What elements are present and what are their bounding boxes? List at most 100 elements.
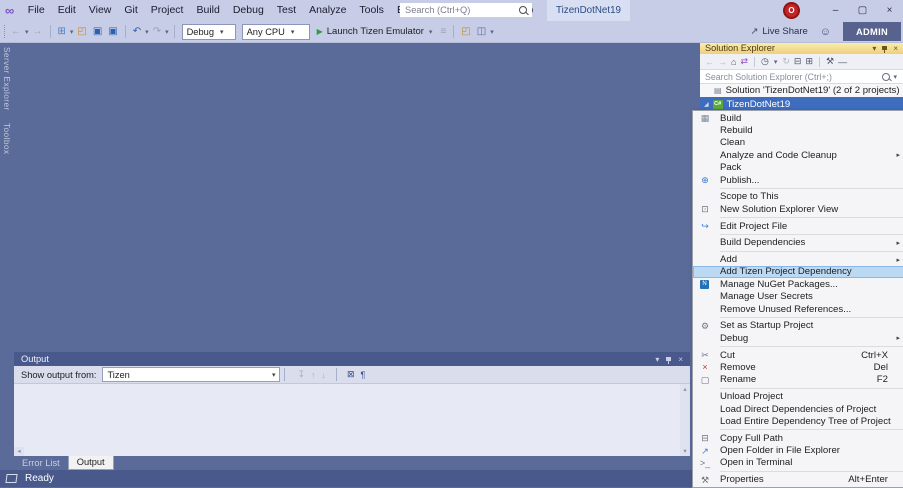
context-menu-item-open-in-terminal[interactable]: >_ Open in Terminal xyxy=(693,457,903,469)
account-avatar[interactable]: O xyxy=(783,2,800,19)
menubar-item-analyze[interactable]: Analyze xyxy=(303,0,353,21)
forward-icon[interactable]: → xyxy=(718,57,727,67)
undo-caret-icon[interactable]: ▾ xyxy=(145,28,149,36)
collapse-all-icon[interactable]: ⊟ xyxy=(794,56,802,67)
context-menu-item-manage-nuget-packages[interactable]: N Manage NuGet Packages... xyxy=(693,278,903,290)
menubar-item-file[interactable]: File xyxy=(21,0,51,21)
clear-all-icon[interactable]: ⊠ xyxy=(347,369,355,380)
close-button[interactable]: × xyxy=(876,0,903,21)
admin-button[interactable]: ADMIN xyxy=(843,22,901,41)
menubar-item-project[interactable]: Project xyxy=(144,0,190,21)
panel-tab-output[interactable]: Output xyxy=(67,456,114,470)
next-message-icon[interactable]: ↓ xyxy=(322,370,327,380)
undo-icon[interactable]: ↶ xyxy=(133,26,141,37)
show-all-files-icon[interactable]: ⊞ xyxy=(805,56,813,67)
pin-icon[interactable] xyxy=(666,357,672,364)
side-tab-server-explorer[interactable]: Server Explorer xyxy=(2,47,12,111)
new-project-caret-icon[interactable]: ▾ xyxy=(70,28,74,36)
home-icon[interactable]: ⌂ xyxy=(731,57,736,67)
context-menu-item-manage-user-secrets[interactable]: Manage User Secrets xyxy=(693,291,903,303)
context-menu-item-rename[interactable]: ▢ Rename F2 xyxy=(693,374,903,386)
context-menu-item-copy-full-path[interactable]: ⊟ Copy Full Path xyxy=(693,432,903,444)
menubar-item-test[interactable]: Test xyxy=(270,0,302,21)
context-menu-item-edit-project-file[interactable]: ↪ Edit Project File xyxy=(693,220,903,232)
context-menu-item-analyze-and-code-cleanup[interactable]: Analyze and Code Cleanup ▸ xyxy=(693,149,903,161)
context-menu-item-remove[interactable]: × Remove Del xyxy=(693,361,903,373)
context-menu-item-clean[interactable]: Clean xyxy=(693,137,903,149)
save-all-icon[interactable]: ▣ xyxy=(108,26,117,37)
vertical-scrollbar[interactable]: ▴ ▾ xyxy=(680,384,690,456)
window-position-caret-icon[interactable]: ▾ xyxy=(872,44,876,53)
pending-changes-filter-icon[interactable]: ◷ xyxy=(761,56,769,67)
context-menu-item-load-direct-dependencies-of-project[interactable]: Load Direct Dependencies of Project xyxy=(693,403,903,415)
close-icon[interactable]: × xyxy=(893,44,898,53)
context-menu-item-add[interactable]: Add ▸ xyxy=(693,253,903,265)
sync-with-active-document-icon[interactable]: ⇄ xyxy=(740,56,748,67)
output-title-bar[interactable]: Output ▾ × xyxy=(14,352,690,366)
menubar-item-git[interactable]: Git xyxy=(118,0,144,21)
previous-message-icon[interactable]: ↑ xyxy=(311,370,316,380)
platform-dropdown[interactable]: Any CPU ▾ xyxy=(241,23,310,40)
navigate-back-caret-icon[interactable]: ▾ xyxy=(25,28,29,36)
context-menu-item-build-dependencies[interactable]: Build Dependencies ▸ xyxy=(693,237,903,249)
context-menu-item-publish[interactable]: ⊕ Publish... xyxy=(693,174,903,186)
menubar-item-build[interactable]: Build xyxy=(190,0,226,21)
context-menu-item-set-as-startup-project[interactable]: ⚙ Set as Startup Project xyxy=(693,320,903,332)
word-wrap-icon[interactable]: ¶ xyxy=(361,370,366,380)
attach-icon[interactable]: ≡ xyxy=(440,26,446,37)
output-content[interactable]: ▴ ▾ ◂ xyxy=(14,384,690,456)
back-icon[interactable]: ← xyxy=(705,57,714,67)
context-menu-item-rebuild[interactable]: Rebuild xyxy=(693,124,903,136)
menubar-item-view[interactable]: View xyxy=(82,0,118,21)
image-viewer-icon[interactable]: ◫ xyxy=(477,26,486,37)
menubar-item-tools[interactable]: Tools xyxy=(353,0,391,21)
maximize-button[interactable]: ▢ xyxy=(849,0,876,21)
project-node-row[interactable]: ◢ C# TizenDotNet19 xyxy=(700,97,903,111)
preview-selected-items-icon[interactable]: — xyxy=(838,57,847,67)
configuration-dropdown[interactable]: Debug ▾ xyxy=(181,23,236,40)
toolbar-grip[interactable] xyxy=(4,25,5,38)
refresh-icon[interactable]: ↻ xyxy=(782,56,790,67)
context-menu-item-remove-unused-references[interactable]: Remove Unused References... xyxy=(693,303,903,315)
scroll-left-icon[interactable]: ◂ xyxy=(17,448,20,455)
minimize-button[interactable]: – xyxy=(822,0,849,21)
context-menu-item-add-tizen-project-dependency[interactable]: Add Tizen Project Dependency xyxy=(693,265,903,279)
window-position-caret-icon[interactable]: ▾ xyxy=(655,355,659,364)
context-menu-item-properties[interactable]: ⚒ Properties Alt+Enter xyxy=(693,474,903,486)
properties-wrench-icon[interactable]: ⚒ xyxy=(826,56,834,67)
expander-icon[interactable]: ◢ xyxy=(704,101,709,108)
feedback-person-icon[interactable]: ☺ xyxy=(820,26,831,38)
context-menu-item-debug[interactable]: Debug ▸ xyxy=(693,332,903,344)
folder-icon[interactable]: ◰ xyxy=(461,26,470,37)
new-project-icon[interactable]: ⊞ xyxy=(58,26,66,37)
context-menu-item-pack[interactable]: Pack xyxy=(693,162,903,174)
scroll-down-icon[interactable]: ▾ xyxy=(683,447,686,455)
redo-icon[interactable]: ↷ xyxy=(153,26,161,37)
close-icon[interactable]: × xyxy=(678,355,683,364)
open-file-icon[interactable]: ◰ xyxy=(77,26,86,37)
context-menu-item-cut[interactable]: ✂ Cut Ctrl+X xyxy=(693,349,903,361)
toolbar-overflow-icon[interactable]: ▾ xyxy=(490,28,494,36)
redo-caret-icon[interactable]: ▾ xyxy=(165,28,169,36)
navigate-back-icon[interactable]: ← xyxy=(11,26,21,37)
live-share-button[interactable]: ↗ Live Share xyxy=(750,26,807,37)
quick-search-box[interactable]: Search (Ctrl+Q) xyxy=(400,3,532,17)
context-menu-item-load-entire-dependency-tree-of-project[interactable]: Load Entire Dependency Tree of Project xyxy=(693,415,903,427)
horizontal-scrollbar[interactable]: ◂ xyxy=(14,447,24,456)
panel-tab-error-list[interactable]: Error List xyxy=(14,456,68,470)
solution-explorer-title-bar[interactable]: Solution Explorer ▾ × xyxy=(700,42,903,54)
menubar-item-debug[interactable]: Debug xyxy=(226,0,270,21)
menubar-item-edit[interactable]: Edit xyxy=(51,0,82,21)
scroll-up-icon[interactable]: ▴ xyxy=(683,385,686,393)
launch-emulator-button[interactable]: ▶ Launch Tizen Emulator ▾ xyxy=(317,26,434,37)
find-message-icon[interactable]: ↧ xyxy=(297,369,305,380)
pin-icon[interactable] xyxy=(882,46,888,53)
context-menu-item-build[interactable]: ▦ Build xyxy=(693,112,903,124)
navigate-forward-icon[interactable]: → xyxy=(33,26,43,37)
context-menu-item-scope-to-this[interactable]: Scope to This xyxy=(693,191,903,203)
context-menu-item-new-solution-explorer-view[interactable]: ⊡ New Solution Explorer View xyxy=(693,203,903,215)
save-icon[interactable]: ▣ xyxy=(93,26,102,37)
side-tab-toolbox[interactable]: Toolbox xyxy=(2,123,12,154)
context-menu-item-open-folder-in-file-explorer[interactable]: ↗ Open Folder in File Explorer xyxy=(693,444,903,456)
solution-node-row[interactable]: ▤ Solution 'TizenDotNet19' (2 of 2 proje… xyxy=(700,84,903,97)
